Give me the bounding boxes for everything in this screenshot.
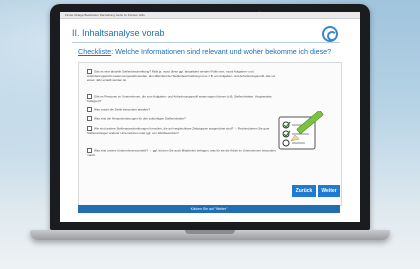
checkbox[interactable] <box>87 116 92 121</box>
checklist-panel: Gibt es eine aktuelle Stellenbeschreibun… <box>78 62 342 206</box>
checklist-item[interactable]: Wie sind andere Stellenausschreibungen f… <box>87 126 277 135</box>
checklist-item[interactable]: Was sind unsere Unternehmensvorteile? → … <box>87 148 277 157</box>
laptop-screen: Finder Ablage Bearbeiten Darstellung Geh… <box>60 12 360 222</box>
back-button[interactable]: Zurück <box>291 184 317 198</box>
logo <box>322 26 338 42</box>
footer-instruction: Klicken Sie auf "Weiter" <box>78 205 340 213</box>
subtitle: Checkliste: Welche Informationen sind re… <box>78 47 331 56</box>
laptop-notch <box>185 230 235 234</box>
divider <box>72 42 340 43</box>
checklist-item[interactable]: Was macht die Stelle besonders attraktiv… <box>87 107 277 112</box>
subtitle-text: : Welche Informationen sind relevant und… <box>111 47 332 56</box>
page-title: II. Inhaltsanalyse vorab <box>72 28 165 38</box>
checklist-item[interactable]: Was sind die Herausforderungen für den z… <box>87 116 277 121</box>
checkbox[interactable] <box>87 107 92 112</box>
checklist-item[interactable]: Gibt es Personen im Unternehmen, die zum… <box>87 94 277 103</box>
checklist-item[interactable]: Gibt es eine aktuelle Stellenbeschreibun… <box>87 69 277 82</box>
checklist-link[interactable]: Checkliste <box>78 47 111 56</box>
next-button[interactable]: Weiter <box>317 184 341 198</box>
checklist-pencil-icon <box>278 111 324 150</box>
menu-bar: Finder Ablage Bearbeiten Darstellung Geh… <box>60 12 360 19</box>
menu-bar-text: Finder Ablage Bearbeiten Darstellung Geh… <box>65 13 145 17</box>
